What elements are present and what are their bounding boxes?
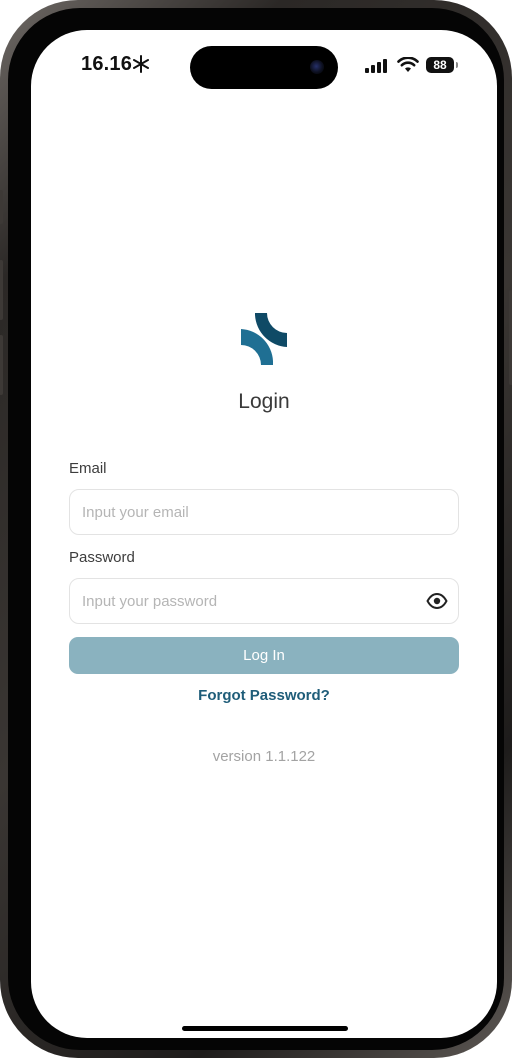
status-time: 16.16 [81,53,133,75]
email-label: Email [69,460,107,477]
volume-down-button [0,335,3,395]
password-label: Password [69,549,135,566]
action-button [0,190,3,224]
volume-up-button [0,260,3,320]
forgot-password-link[interactable]: Forgot Password? [31,687,497,704]
password-field[interactable] [69,578,459,624]
password-input[interactable] [82,579,412,623]
snowflake-icon [133,55,149,73]
camera-icon [310,60,324,74]
email-field[interactable] [69,489,459,535]
battery-tip [456,62,458,68]
screen: 16.16 88 Login Email Input your email Pa… [31,30,497,1038]
login-button[interactable]: Log In [69,637,459,674]
signal-icon [365,59,387,73]
email-input[interactable] [82,490,412,534]
phone-bezel: 16.16 88 Login Email Input your email Pa… [8,8,504,1050]
page-title: Login [238,390,290,413]
eye-icon[interactable] [426,592,448,610]
phone-frame: 16.16 88 Login Email Input your email Pa… [0,0,512,1058]
dynamic-island [190,46,338,89]
wifi-icon [397,57,419,72]
app-logo [241,313,287,365]
home-indicator[interactable] [182,1026,348,1031]
version-label: version 1.1.122 [212,748,316,765]
battery-icon: 88 [426,57,454,73]
